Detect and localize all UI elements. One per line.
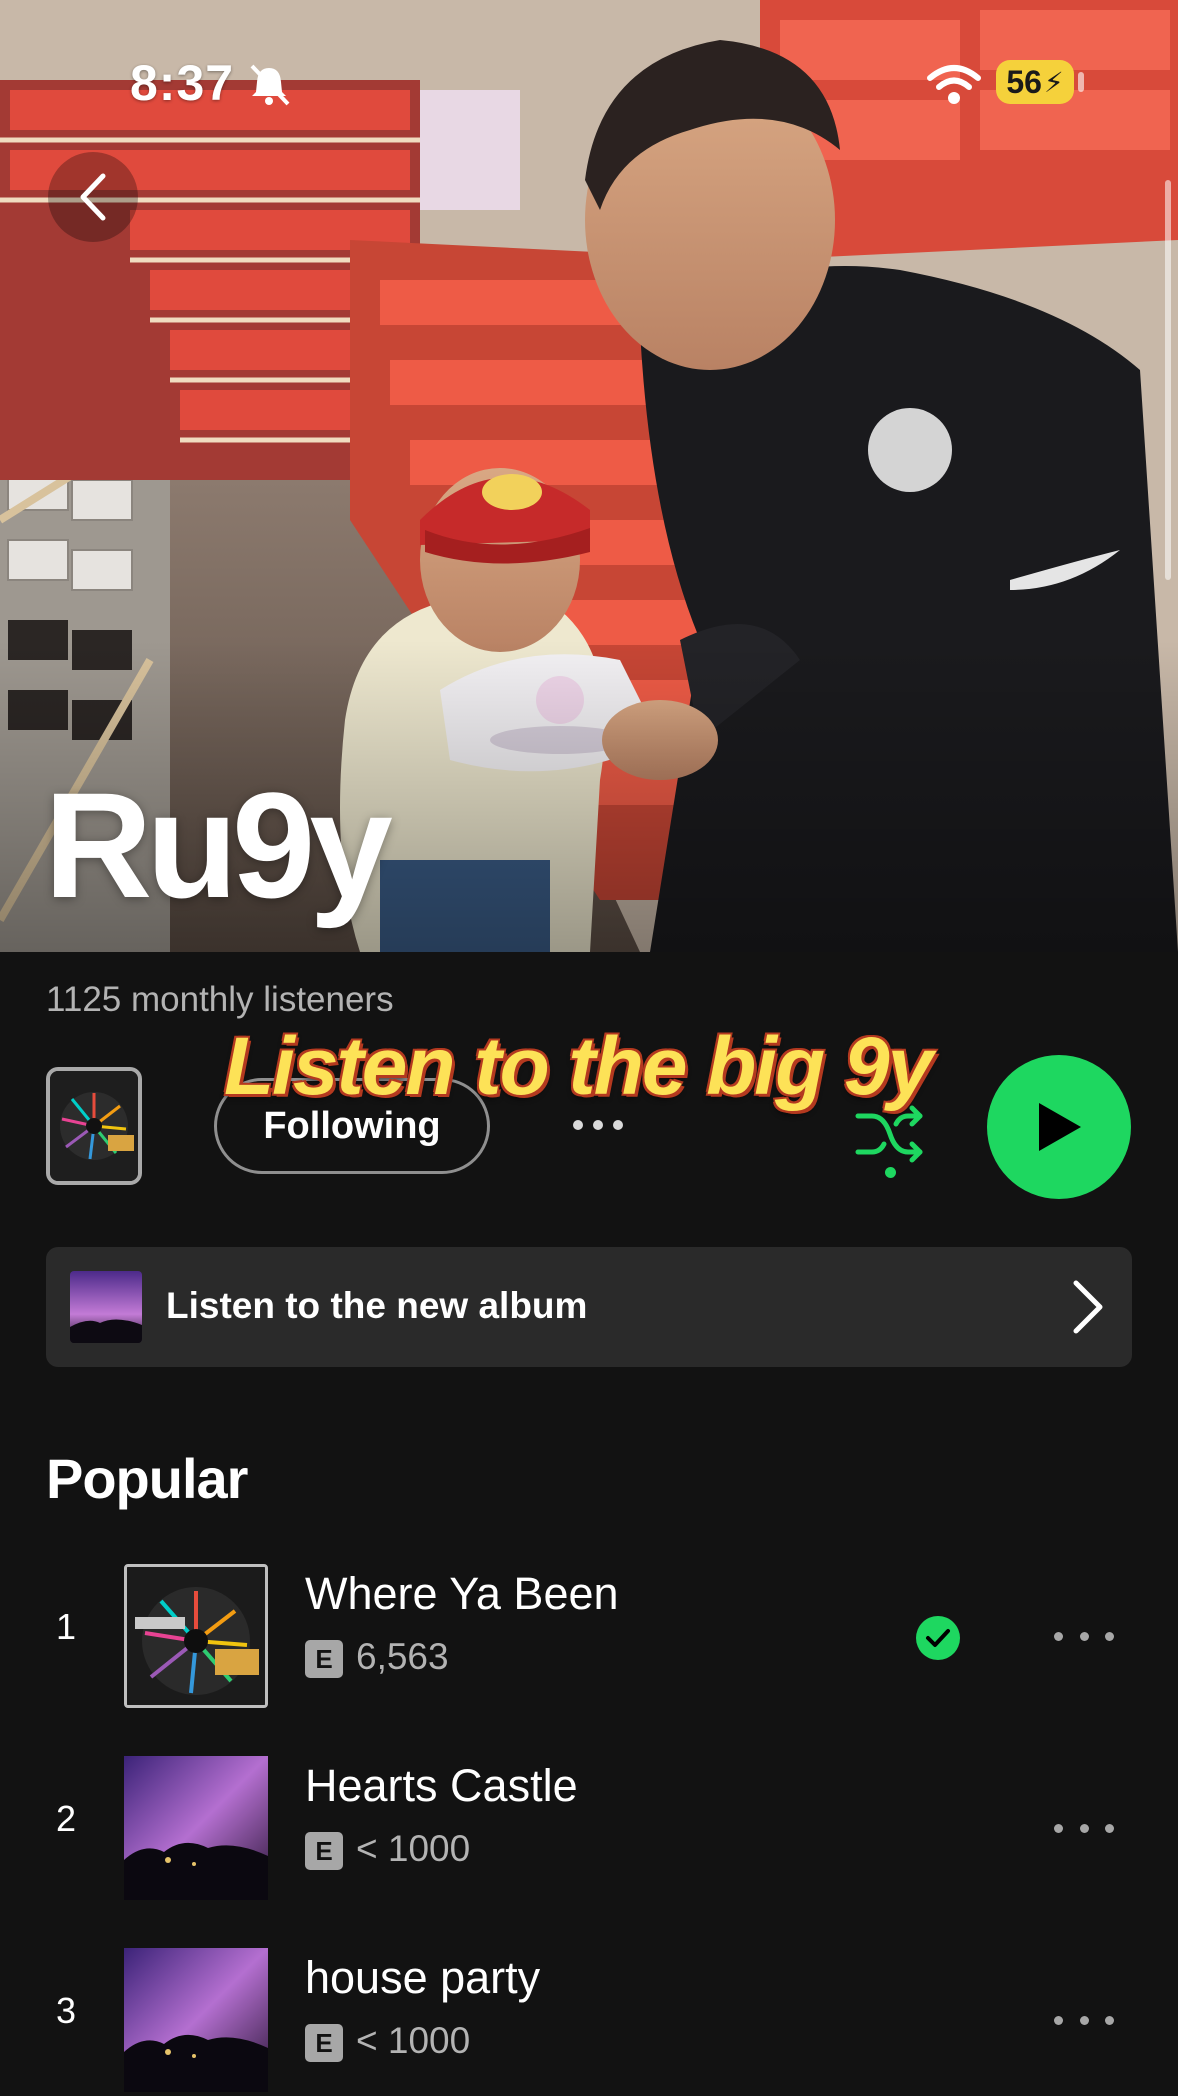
more-dots-icon [1054,1823,1063,1833]
explicit-badge: E [305,2024,343,2062]
more-dots-icon [573,1120,583,1130]
track-artwork [124,1564,268,1708]
track-title: Hearts Castle [305,1760,578,1811]
wifi-icon [927,65,981,104]
track-row[interactable]: 3 house party E < 1000 [0,1940,1178,2092]
track-more-button[interactable] [1054,1626,1114,1646]
track-play-count: < 1000 [356,2020,471,2061]
more-dot [613,1120,623,1130]
track-more-button[interactable] [1054,2010,1114,2030]
track-artwork [124,1756,268,1900]
purple-sky-artwork [124,1756,268,1900]
explicit-badge: E [305,1640,343,1678]
track-row[interactable]: 2 Hearts Castle E < 1000 [0,1748,1178,1900]
more-dot [593,1120,603,1130]
explicit-badge: E [305,1832,343,1870]
artist-name: Ru9y [44,761,393,929]
chevron-right-icon [1073,1280,1103,1334]
play-icon [1039,1103,1081,1151]
track-play-count: 6,563 [356,1636,449,1677]
track-title: Where Ya Been [305,1568,619,1619]
more-dots-icon [1054,1631,1063,1641]
scroll-indicator [1165,180,1171,580]
more-dot [1105,1823,1114,1833]
track-artwork [124,1948,268,2092]
battery-indicator: 56 ⚡ [996,60,1074,104]
more-dot [1105,1631,1114,1641]
track-rank: 3 [56,1990,77,2031]
track-play-count: < 1000 [356,1828,471,1869]
more-dots-icon [1054,2015,1063,2025]
saved-indicator[interactable] [916,1616,960,1660]
check-icon [926,1629,950,1647]
more-dot [1105,2015,1114,2025]
purple-sky-artwork [70,1271,142,1343]
new-album-banner[interactable]: Listen to the new album [46,1247,1132,1367]
purple-sky-artwork [124,1948,268,2092]
track-row[interactable]: 1 Where Ya Been E 6,563 [0,1556,1178,1708]
more-dot [1079,1631,1089,1641]
track-rank: 1 [56,1606,77,1647]
shuffle-active-dot [885,1167,896,1178]
battery-cap [1078,72,1084,92]
minidisc-artwork [50,1071,138,1181]
monthly-listeners: 1125 monthly listeners [46,980,394,1019]
album-thumbnail [70,1271,142,1343]
back-button[interactable] [48,152,138,242]
charging-bolt-icon: ⚡ [1043,66,1064,98]
artist-header-image: 8:37 56 ⚡ Ru9y [0,0,1178,952]
overlay-caption: Listen to the big 9y [224,1021,933,1112]
battery-level: 56 [1006,63,1042,100]
minidisc-artwork [127,1567,265,1705]
more-dot [1079,2015,1089,2025]
track-title: house party [305,1952,541,2003]
artist-thumbnail[interactable] [46,1067,142,1185]
bell-slash-icon [250,64,290,106]
status-time: 8:37 [130,55,235,111]
more-dot [1079,1823,1089,1833]
back-chevron-icon [80,173,106,221]
track-rank: 2 [56,1798,77,1839]
track-more-button[interactable] [1054,1818,1114,1838]
new-album-label: Listen to the new album [166,1285,588,1326]
play-button[interactable] [987,1055,1131,1199]
popular-heading: Popular [46,1447,248,1510]
artist-screen: 8:37 56 ⚡ Ru9y 1125 monthly listeners Fo… [0,0,1178,2096]
status-bar: 8:37 56 ⚡ [0,0,1178,160]
